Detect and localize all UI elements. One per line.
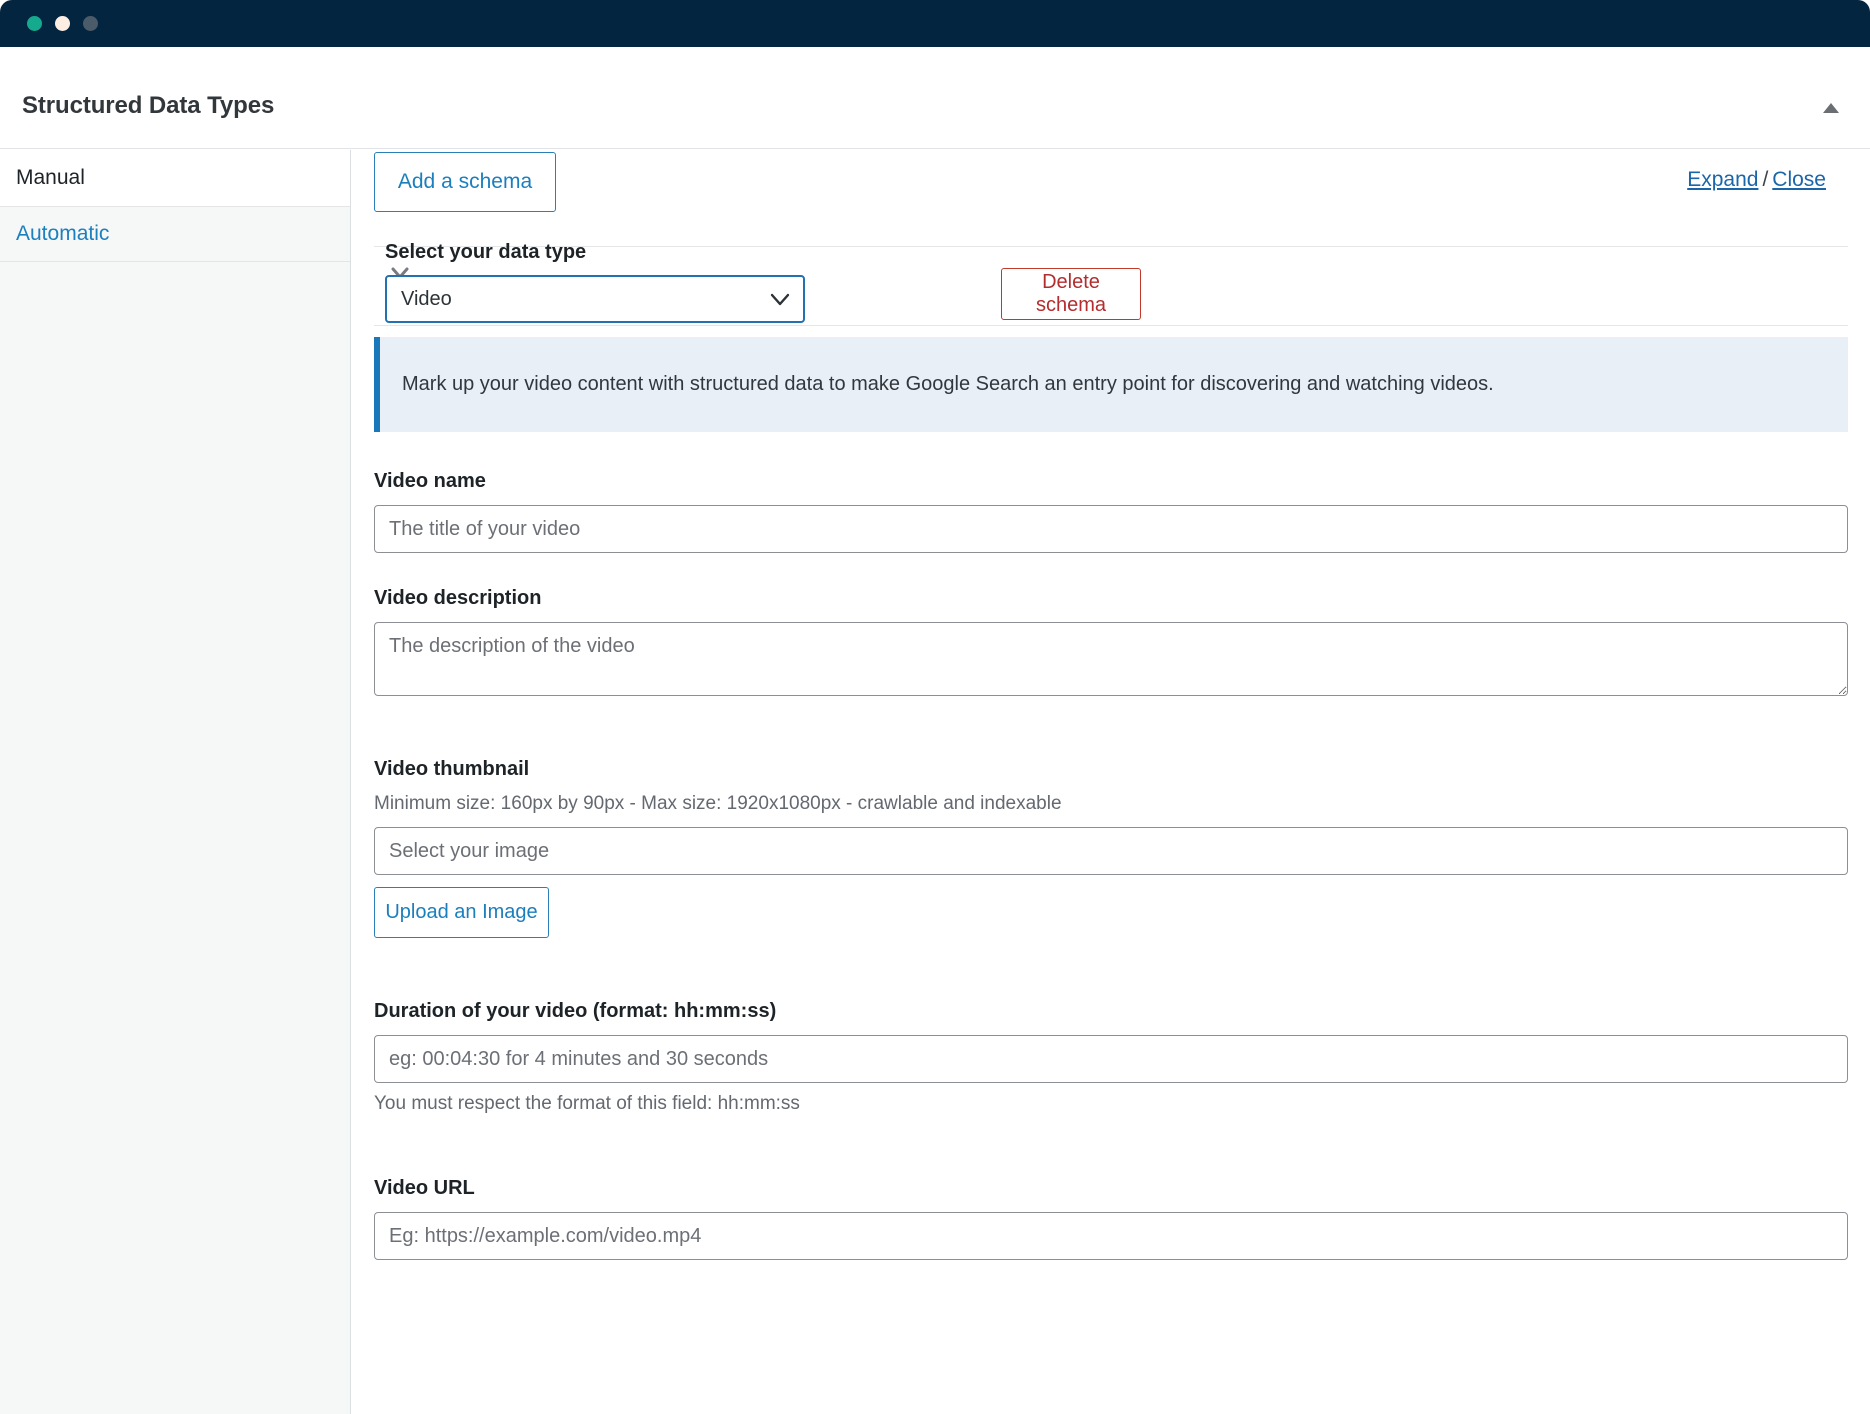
- expand-close-links: Expand / Close: [1687, 168, 1826, 192]
- data-type-select-wrapper: Video: [385, 275, 805, 323]
- field-hint: You must respect the format of this fiel…: [374, 1093, 800, 1114]
- sidebar: Manual Automatic: [0, 150, 351, 1414]
- schema-divider: [374, 325, 1848, 326]
- upload-image-button[interactable]: Upload an Image: [374, 887, 549, 938]
- field-video-thumbnail: Video thumbnail Minimum size: 160px by 9…: [374, 758, 1848, 938]
- field-video-url: Video URL: [374, 1177, 1848, 1260]
- video-description-textarea[interactable]: [374, 622, 1848, 696]
- field-label: Video URL: [374, 1177, 475, 1199]
- maximize-dot[interactable]: [83, 16, 98, 31]
- data-type-select[interactable]: Video: [385, 275, 805, 323]
- field-video-name: Video name: [374, 470, 1848, 553]
- field-video-duration: Duration of your video (format: hh:mm:ss…: [374, 1000, 1848, 1115]
- field-hint: Minimum size: 160px by 90px - Max size: …: [374, 793, 1062, 814]
- link-separator: /: [1762, 168, 1769, 191]
- close-dot[interactable]: [27, 16, 42, 31]
- sidebar-item-automatic[interactable]: Automatic: [0, 206, 350, 262]
- add-schema-button[interactable]: Add a schema: [374, 152, 556, 212]
- toolbar-divider: [374, 246, 1848, 247]
- video-duration-input[interactable]: [374, 1035, 1848, 1083]
- field-label: Video description: [374, 587, 542, 609]
- sidebar-item-label: Automatic: [16, 222, 110, 245]
- close-link[interactable]: Close: [1772, 168, 1826, 191]
- field-label: Duration of your video (format: hh:mm:ss…: [374, 1000, 777, 1022]
- minimize-dot[interactable]: [55, 16, 70, 31]
- main-content: Add a schema Expand / Close Select your da…: [352, 150, 1870, 1414]
- data-type-label: Select your data type: [385, 241, 587, 263]
- sidebar-item-label: Manual: [16, 165, 85, 189]
- triangle-up-glyph: [1823, 103, 1839, 113]
- delete-schema-button[interactable]: Delete schema: [1001, 268, 1141, 320]
- expand-link[interactable]: Expand: [1687, 168, 1758, 191]
- video-name-input[interactable]: [374, 505, 1848, 553]
- app-window: Structured Data Types Manual Automatic A…: [0, 0, 1870, 1414]
- triangle-up-icon[interactable]: [1819, 95, 1843, 119]
- schema-toolbar: Add a schema Expand / Close: [352, 150, 1870, 242]
- info-banner: Mark up your video content with structur…: [374, 337, 1848, 432]
- info-banner-text: Mark up your video content with structur…: [402, 373, 1494, 395]
- sidebar-item-manual[interactable]: Manual: [0, 150, 350, 206]
- page-title: Structured Data Types: [22, 92, 275, 119]
- schema-fields: Video name Video description Video thumb…: [374, 470, 1848, 1294]
- video-url-input[interactable]: [374, 1212, 1848, 1260]
- field-label: Video thumbnail: [374, 758, 530, 780]
- data-type-row: Select your data type Video Delete schem…: [352, 241, 1870, 330]
- field-video-description: Video description: [374, 587, 1848, 696]
- window-controls: [27, 16, 98, 31]
- video-thumbnail-input[interactable]: [374, 827, 1848, 875]
- field-label: Video name: [374, 470, 486, 492]
- browser-titlebar: [0, 0, 1870, 47]
- page-header: Structured Data Types: [0, 47, 1870, 149]
